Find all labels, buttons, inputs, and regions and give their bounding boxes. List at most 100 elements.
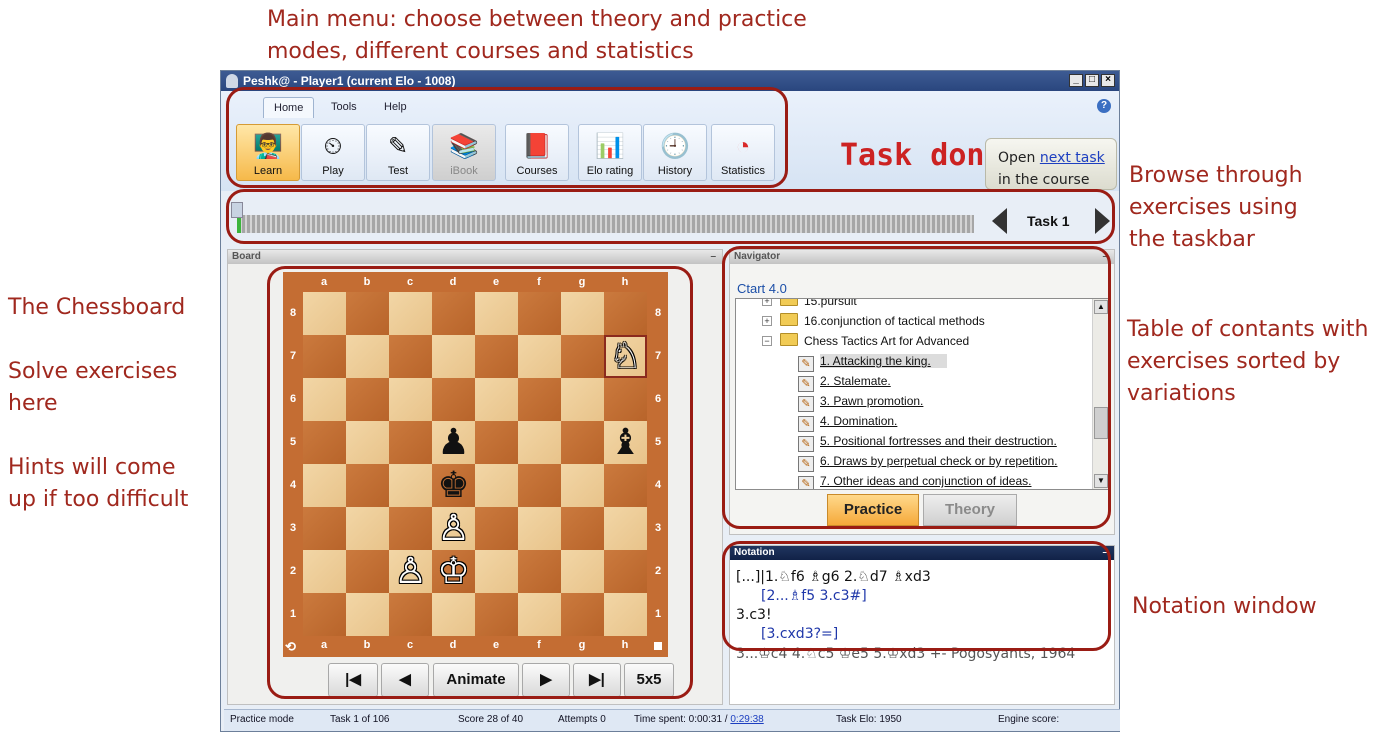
square-e3[interactable]	[475, 507, 518, 550]
help-icon[interactable]: ?	[1097, 99, 1111, 113]
square-b7[interactable]	[346, 335, 389, 378]
black-piece-h5[interactable]: ♝	[604, 421, 647, 464]
tree-task[interactable]: ✎ 6. Draws by perpetual check or by repet…	[798, 451, 1057, 472]
square-g1[interactable]	[561, 593, 604, 636]
square-a1[interactable]	[303, 593, 346, 636]
square-h8[interactable]	[604, 292, 647, 335]
scroll-down-icon[interactable]: ▼	[1094, 474, 1108, 488]
flip-board-icon[interactable]: ⟲	[285, 639, 296, 655]
square-g6[interactable]	[561, 378, 604, 421]
history-button[interactable]: 🕘 History	[643, 124, 707, 181]
square-g8[interactable]	[561, 292, 604, 335]
square-d1[interactable]	[432, 593, 475, 636]
tree-task-label[interactable]: 7. Other ideas and conjunction of ideas.	[820, 474, 1031, 488]
square-d6[interactable]	[432, 378, 475, 421]
practice-tab[interactable]: Practice	[827, 494, 919, 526]
square-c5[interactable]	[389, 421, 432, 464]
square-c3[interactable]	[389, 507, 432, 550]
square-e8[interactable]	[475, 292, 518, 335]
black-piece-d5[interactable]: ♟	[432, 421, 475, 464]
tree-folder[interactable]: +16.conjunction of tactical methods	[762, 311, 985, 331]
square-d7[interactable]	[432, 335, 475, 378]
white-piece-d2[interactable]: ♔	[432, 550, 475, 593]
square-h4[interactable]	[604, 464, 647, 507]
statistics-button[interactable]: ◔ Statistics	[711, 124, 775, 181]
maximize-button[interactable]: □	[1085, 74, 1099, 87]
square-c7[interactable]	[389, 335, 432, 378]
tree-folder[interactable]: − Chess Tactics Art for Advanced	[762, 331, 969, 351]
square-f1[interactable]	[518, 593, 561, 636]
square-g7[interactable]	[561, 335, 604, 378]
test-button[interactable]: ✎ Test	[366, 124, 430, 181]
tree-task[interactable]: ✎ 3. Pawn promotion.	[798, 391, 923, 412]
square-f7[interactable]	[518, 335, 561, 378]
square-e6[interactable]	[475, 378, 518, 421]
close-button[interactable]: ×	[1101, 74, 1115, 87]
square-c6[interactable]	[389, 378, 432, 421]
square-g3[interactable]	[561, 507, 604, 550]
tab-home[interactable]: Home	[263, 97, 315, 118]
square-h2[interactable]	[604, 550, 647, 593]
animate-button[interactable]: Animate	[433, 663, 519, 697]
square-e2[interactable]	[475, 550, 518, 593]
next-move-button[interactable]: ▶	[522, 663, 570, 697]
square-b5[interactable]	[346, 421, 389, 464]
tree-task[interactable]: ✎ 7. Other ideas and conjunction of ideas…	[798, 471, 1031, 489]
square-c4[interactable]	[389, 464, 432, 507]
ibook-button[interactable]: 📚 iBook	[432, 124, 496, 181]
expand-toggle-icon[interactable]: +	[762, 299, 772, 306]
square-e4[interactable]	[475, 464, 518, 507]
notation-variation[interactable]: [3.cxd3?=]	[761, 626, 838, 642]
previous-move-button[interactable]: ◀	[381, 663, 429, 697]
square-c1[interactable]	[389, 593, 432, 636]
tree-task[interactable]: ✎ 4. Domination.	[798, 411, 897, 432]
square-e5[interactable]	[475, 421, 518, 464]
last-move-button[interactable]: ▶|	[573, 663, 621, 697]
square-a7[interactable]	[303, 335, 346, 378]
theory-tab[interactable]: Theory	[923, 494, 1017, 526]
scroll-thumb[interactable]	[1094, 407, 1108, 439]
square-b1[interactable]	[346, 593, 389, 636]
square-f8[interactable]	[518, 292, 561, 335]
tree-task-label[interactable]: 4. Domination.	[820, 414, 897, 428]
first-move-button[interactable]: |◀	[328, 663, 378, 697]
square-a6[interactable]	[303, 378, 346, 421]
tab-help[interactable]: Help	[374, 97, 417, 117]
square-g5[interactable]	[561, 421, 604, 464]
tree-task-label[interactable]: 5. Positional fortresses and their destr…	[820, 434, 1057, 448]
tree-folder[interactable]: +15.pursuit	[762, 299, 857, 311]
white-piece-c2[interactable]: ♙	[389, 550, 432, 593]
square-a5[interactable]	[303, 421, 346, 464]
scroll-up-icon[interactable]: ▲	[1094, 300, 1108, 314]
notation-line[interactable]: 3.c3!	[736, 607, 772, 623]
square-e7[interactable]	[475, 335, 518, 378]
notation-line[interactable]: [...]|1.♘f6 ♗g6 2.♘d7 ♗xd3	[736, 569, 931, 585]
tree-task-label[interactable]: 3. Pawn promotion.	[820, 394, 923, 408]
square-h1[interactable]	[604, 593, 647, 636]
square-f2[interactable]	[518, 550, 561, 593]
square-b6[interactable]	[346, 378, 389, 421]
task-progress-strip[interactable]	[237, 215, 974, 233]
square-g4[interactable]	[561, 464, 604, 507]
elo-rating-button[interactable]: 📊 Elo rating	[578, 124, 642, 181]
next-task-link[interactable]: next task	[1040, 150, 1105, 166]
square-a8[interactable]	[303, 292, 346, 335]
square-b2[interactable]	[346, 550, 389, 593]
notation-variation[interactable]: [2...♗f5 3.c3#]	[761, 588, 867, 604]
tree-task-label[interactable]: 2. Stalemate.	[820, 374, 891, 388]
square-f5[interactable]	[518, 421, 561, 464]
square-d8[interactable]	[432, 292, 475, 335]
minimize-button[interactable]: _	[1069, 74, 1083, 87]
square-e1[interactable]	[475, 593, 518, 636]
tree-task-label[interactable]: 6. Draws by perpetual check or by repeti…	[820, 454, 1057, 468]
square-c8[interactable]	[389, 292, 432, 335]
square-b3[interactable]	[346, 507, 389, 550]
square-h3[interactable]	[604, 507, 647, 550]
square-a2[interactable]	[303, 550, 346, 593]
tree-task[interactable]: ✎ 2. Stalemate.	[798, 371, 891, 392]
courses-button[interactable]: 📕 Courses	[505, 124, 569, 181]
minimize-panel-icon[interactable]: –	[710, 250, 716, 264]
learn-button[interactable]: 👨‍🏫 Learn	[236, 124, 300, 181]
notation-line[interactable]: 3...♔c4 4.♘c5 ♔e5 5.♔xd3 +- Pogosyants, …	[736, 646, 1075, 662]
square-b4[interactable]	[346, 464, 389, 507]
